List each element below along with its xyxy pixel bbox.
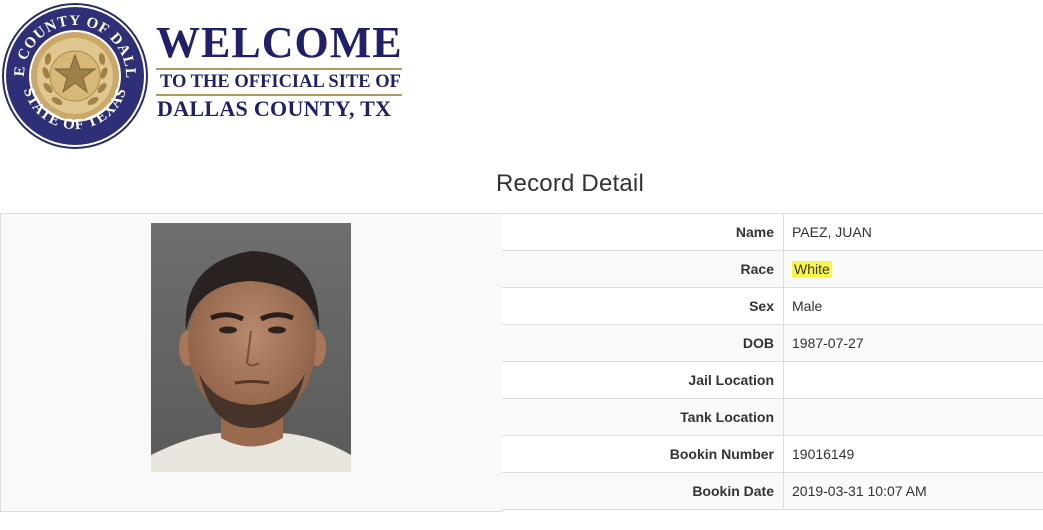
record-row-sex: Sex Male — [502, 288, 1043, 325]
field-label: Jail Location — [502, 362, 784, 398]
field-value: 2019-03-31 10:07 AM — [784, 473, 1043, 509]
record-row-race: Race White — [502, 251, 1043, 288]
field-label: Race — [502, 251, 784, 287]
record-detail-table: Name PAEZ, JUAN Race White Sex Male DOB 1987-07… — [0, 213, 1043, 530]
field-value-text: PAEZ, JUAN — [792, 224, 872, 240]
field-value: 19016149 — [784, 436, 1043, 472]
field-value: 1987-07-27 — [784, 325, 1043, 361]
field-value-text: 19016149 — [792, 446, 855, 462]
field-label: Tank Location — [502, 399, 784, 435]
welcome-subtitle-line2: DALLAS COUNTY, TX — [157, 96, 392, 121]
welcome-banner: WELCOME TO THE OFFICIAL SITE OF DALLAS C… — [156, 21, 406, 122]
field-label: Bookin Date — [502, 473, 784, 509]
field-label: DOB — [502, 325, 784, 361]
field-value: Male — [784, 288, 1043, 324]
field-value-text: 1987-07-27 — [792, 335, 864, 351]
record-row-dob: DOB 1987-07-27 — [502, 325, 1043, 362]
site-header: THE COUNTY OF DALLAS STATE OF TEXAS WELC… — [2, 3, 422, 149]
record-row-bookin-number: Bookin Number 19016149 — [502, 436, 1043, 473]
field-value — [784, 362, 1043, 398]
page-title: Record Detail — [496, 170, 644, 197]
field-value: White — [784, 251, 1043, 287]
field-label: Name — [502, 214, 784, 250]
field-label: Sex — [502, 288, 784, 324]
field-value: PAEZ, JUAN — [784, 214, 1043, 250]
record-row-name: Name PAEZ, JUAN — [502, 214, 1043, 251]
record-row-tank-location: Tank Location — [502, 399, 1043, 436]
welcome-subtitle-line1: TO THE OFFICIAL SITE OF — [156, 68, 402, 96]
welcome-title: WELCOME — [156, 18, 403, 67]
county-seal-icon: THE COUNTY OF DALLAS STATE OF TEXAS — [2, 3, 148, 149]
field-value-text: Male — [792, 298, 823, 314]
mugshot-photo — [151, 223, 351, 472]
record-fields: Name PAEZ, JUAN Race White Sex Male DOB 1987-07… — [502, 214, 1043, 510]
page: THE COUNTY OF DALLAS STATE OF TEXAS WELC… — [0, 0, 1043, 530]
field-value-text: 2019-03-31 10:07 AM — [792, 483, 927, 499]
record-row-jail-location: Jail Location — [502, 362, 1043, 399]
record-row-bookin-date: Bookin Date 2019-03-31 10:07 AM — [502, 473, 1043, 510]
field-value — [784, 399, 1043, 435]
photo-cell — [0, 214, 503, 512]
field-value-text: White — [792, 261, 832, 277]
field-label: Bookin Number — [502, 436, 784, 472]
